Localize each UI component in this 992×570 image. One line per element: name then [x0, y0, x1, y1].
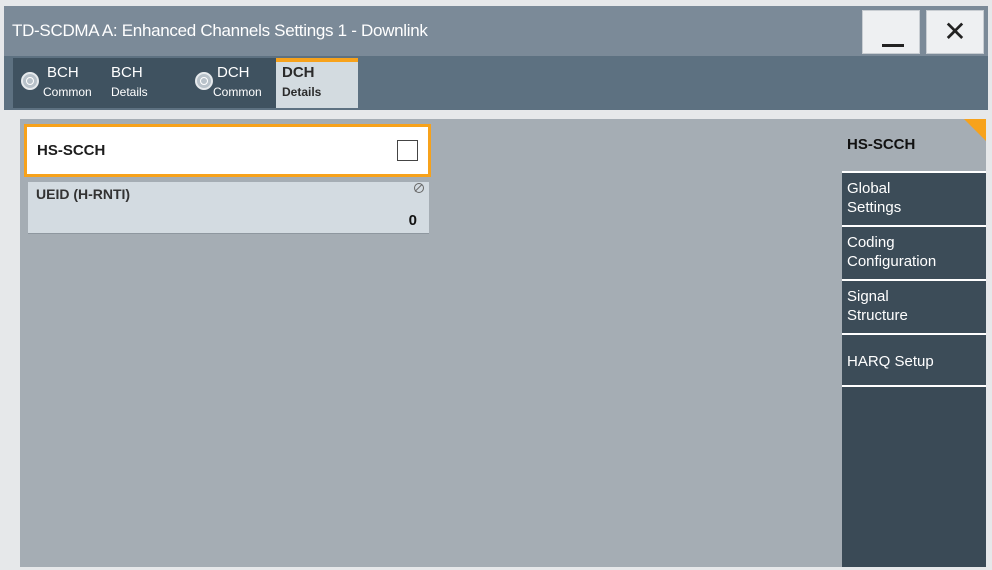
not-editable-icon	[414, 183, 424, 193]
window-title: TD-SCDMA A: Enhanced Channels Settings 1…	[12, 21, 428, 40]
minimize-icon	[882, 44, 904, 47]
ueid-value: 0	[408, 212, 417, 229]
sidenav-item-label: Structure	[847, 307, 908, 324]
hs-scch-checkbox[interactable]	[397, 140, 418, 161]
tab-dch-details[interactable]: DCH Details	[276, 58, 358, 108]
sidenav-item-global-settings[interactable]: Global Settings	[842, 171, 986, 225]
tab-sublabel: Common	[43, 85, 92, 99]
tab-label: BCH	[47, 64, 79, 81]
state-indicator-icon	[195, 72, 213, 90]
active-tab-marker	[276, 58, 358, 62]
sidenav-item-coding-configuration[interactable]: Coding Configuration	[842, 225, 986, 279]
tab-bar: BCH Common BCH Details DCH Common DCH De…	[4, 56, 988, 110]
hs-scch-label: HS-SCCH	[37, 142, 106, 159]
corner-marker-icon	[964, 119, 986, 141]
ueid-field[interactable]: UEID (H-RNTI) 0	[28, 182, 429, 234]
sidenav-item-label: Configuration	[847, 253, 937, 270]
close-button[interactable]: ✕	[926, 10, 984, 54]
tab-bch-details[interactable]: BCH Details	[105, 58, 187, 108]
sidenav-header[interactable]: HS-SCCH	[842, 119, 986, 171]
close-icon: ✕	[943, 15, 967, 48]
tab-label: BCH	[111, 64, 143, 81]
tab-label: DCH	[282, 64, 315, 81]
hs-scch-toggle[interactable]: HS-SCCH	[24, 124, 431, 177]
sidenav-item-label: Settings	[847, 199, 902, 216]
sidenav-header-label: HS-SCCH	[847, 136, 916, 153]
ueid-label: UEID (H-RNTI)	[36, 186, 131, 202]
sidenav-item-signal-structure[interactable]: Signal Structure	[842, 279, 986, 333]
sidenav-item-harq-setup[interactable]: HARQ Setup	[842, 333, 986, 387]
tab-sublabel: Details	[111, 85, 148, 99]
tab-label: DCH	[217, 64, 250, 81]
state-indicator-icon	[21, 72, 39, 90]
dialog-window: TD-SCDMA A: Enhanced Channels Settings 1…	[0, 0, 992, 570]
tab-sublabel: Details	[282, 85, 322, 99]
title-bar: TD-SCDMA A: Enhanced Channels Settings 1…	[4, 6, 988, 56]
tab-sublabel: Common	[213, 85, 262, 99]
minimize-button[interactable]	[862, 10, 920, 54]
sidenav-item-label: Signal	[847, 288, 889, 305]
sidenav-item-label: Global	[847, 180, 891, 197]
tab-dch-common[interactable]: DCH Common	[187, 58, 276, 108]
sidenav-item-label: HARQ Setup	[847, 353, 934, 370]
sidenav-item-label: Coding	[847, 234, 895, 251]
tab-bch-common[interactable]: BCH Common	[13, 58, 109, 108]
